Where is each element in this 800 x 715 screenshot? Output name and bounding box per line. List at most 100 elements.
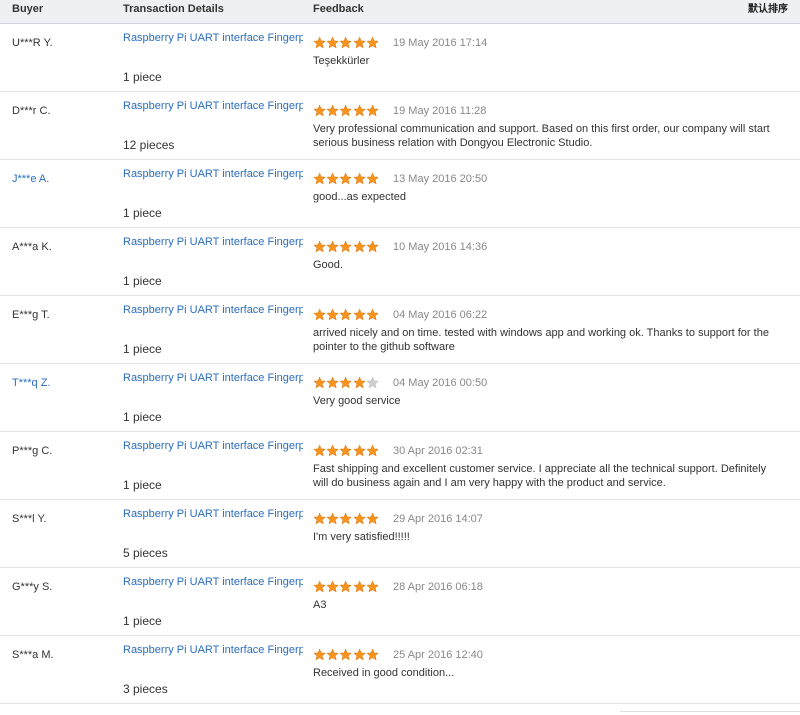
feedback-row: J***e A. Raspberry Pi UART interface Fing… (0, 160, 800, 228)
star-filled-icon (326, 376, 340, 389)
product-link[interactable]: Raspberry Pi UART interface Fingerp... (123, 372, 303, 384)
star-filled-icon (339, 240, 353, 253)
feedback-date: 19 May 2016 17:14 (393, 37, 488, 49)
star-filled-icon (366, 240, 379, 253)
feedback-comment: Received in good condition... (313, 667, 455, 679)
feedback-date: 30 Apr 2016 02:31 (393, 445, 483, 457)
star-filled-icon (366, 308, 379, 321)
feedback-date: 25 Apr 2016 12:40 (393, 649, 483, 661)
feedback-comment: Good. (313, 259, 343, 271)
star-filled-icon (339, 376, 353, 389)
star-filled-icon (313, 308, 326, 321)
column-header-buyer: Buyer (12, 3, 44, 15)
star-rating (313, 580, 379, 593)
star-filled-icon (326, 512, 340, 525)
star-filled-icon (313, 172, 326, 185)
product-link[interactable]: Raspberry Pi UART interface Fingerp... (123, 644, 303, 656)
star-filled-icon (313, 240, 326, 253)
star-rating (313, 376, 379, 389)
star-rating (313, 36, 379, 49)
buyer-name: A***a K. (12, 241, 52, 253)
feedback-comment: Very good service (313, 395, 401, 407)
order-quantity: 1 piece (123, 614, 162, 628)
star-filled-icon (352, 240, 366, 253)
feedback-row: A***a K. Raspberry Pi UART interface Fing… (0, 228, 800, 296)
star-filled-icon (313, 104, 326, 117)
star-filled-icon (326, 104, 340, 117)
star-filled-icon (366, 512, 379, 525)
product-link[interactable]: Raspberry Pi UART interface Fingerp... (123, 100, 303, 112)
order-quantity: 5 pieces (123, 546, 168, 560)
product-link[interactable]: Raspberry Pi UART interface Fingerp... (123, 440, 303, 452)
buyer-name[interactable]: T***q Z. (12, 377, 51, 389)
order-quantity: 12 pieces (123, 138, 175, 152)
buyer-name: E***g T. (12, 309, 50, 321)
feedback-comment: Very professional communication and supp… (313, 123, 770, 149)
star-empty-icon (366, 376, 379, 389)
feedback-comment: I'm very satisfied!!!!! (313, 531, 410, 543)
feedback-row: S***l Y. Raspberry Pi UART interface Fing… (0, 500, 800, 568)
star-filled-icon (339, 444, 353, 457)
buyer-name: D***r C. (12, 105, 51, 117)
order-quantity: 1 piece (123, 274, 162, 288)
star-filled-icon (326, 240, 340, 253)
feedback-date: 13 May 2016 20:50 (393, 173, 488, 185)
feedback-date: 04 May 2016 06:22 (393, 309, 488, 321)
product-link[interactable]: Raspberry Pi UART interface Fingerp... (123, 32, 303, 44)
star-filled-icon (339, 308, 353, 321)
star-filled-icon (352, 648, 366, 661)
star-filled-icon (313, 36, 326, 49)
star-rating (313, 240, 379, 253)
star-filled-icon (339, 648, 353, 661)
feedback-row: T***q Z. Raspberry Pi UART interface Fing… (0, 364, 800, 432)
feedback-date: 04 May 2016 00:50 (393, 377, 488, 389)
star-filled-icon (366, 36, 379, 49)
star-filled-icon (352, 172, 366, 185)
star-rating (313, 104, 379, 117)
feedback-list: U***R Y. Raspberry Pi UART interface Fing… (0, 24, 800, 704)
feedback-date: 19 May 2016 11:28 (393, 105, 487, 117)
star-filled-icon (352, 444, 366, 457)
order-quantity: 1 piece (123, 70, 162, 84)
star-filled-icon (352, 36, 366, 49)
feedback-row: D***r C. Raspberry Pi UART interface Fing… (0, 92, 800, 160)
star-filled-icon (313, 376, 326, 389)
star-rating (313, 308, 379, 321)
feedback-comment: Teşekkürler (313, 55, 370, 67)
order-quantity: 3 pieces (123, 682, 168, 696)
star-filled-icon (339, 104, 353, 117)
divider (620, 711, 800, 712)
product-link[interactable]: Raspberry Pi UART interface Fingerp... (123, 576, 303, 588)
star-filled-icon (326, 648, 340, 661)
feedback-row: U***R Y. Raspberry Pi UART interface Fing… (0, 24, 800, 92)
star-rating (313, 444, 379, 457)
star-filled-icon (352, 580, 366, 593)
star-filled-icon (339, 512, 353, 525)
feedback-row: S***a M. Raspberry Pi UART interface Fing… (0, 636, 800, 704)
star-filled-icon (313, 648, 326, 661)
product-link[interactable]: Raspberry Pi UART interface Fingerp... (123, 168, 303, 180)
order-quantity: 1 piece (123, 478, 162, 492)
star-filled-icon (366, 580, 379, 593)
default-sort-button[interactable]: 默认排序 (748, 0, 788, 15)
feedback-comment: good...as expected (313, 191, 406, 203)
buyer-name: U***R Y. (12, 37, 53, 49)
star-filled-icon (339, 36, 353, 49)
buyer-name[interactable]: J***e A. (12, 173, 49, 185)
product-link[interactable]: Raspberry Pi UART interface Fingerp... (123, 236, 303, 248)
product-link[interactable]: Raspberry Pi UART interface Fingerp... (123, 304, 303, 316)
star-filled-icon (326, 36, 340, 49)
feedback-table-header: Buyer Transaction Details Feedback 默认排序 (0, 0, 800, 24)
column-header-transaction-details: Transaction Details (123, 3, 224, 15)
product-link[interactable]: Raspberry Pi UART interface Fingerp... (123, 508, 303, 520)
feedback-comment: Fast shipping and excellent customer ser… (313, 463, 767, 489)
star-filled-icon (339, 172, 353, 185)
order-quantity: 1 piece (123, 410, 162, 424)
star-rating (313, 512, 379, 525)
star-filled-icon (352, 104, 366, 117)
feedback-row: G***y S. Raspberry Pi UART interface Fing… (0, 568, 800, 636)
star-filled-icon (326, 172, 340, 185)
star-filled-icon (339, 580, 353, 593)
star-filled-icon (366, 444, 379, 457)
star-filled-icon (313, 512, 326, 525)
